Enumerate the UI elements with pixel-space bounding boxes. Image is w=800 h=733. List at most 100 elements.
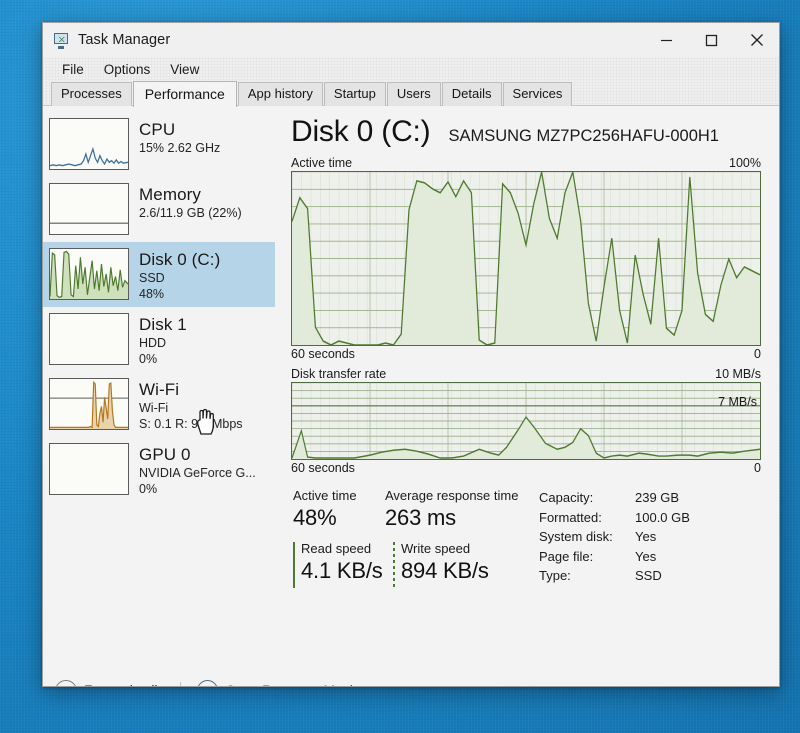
wifi-sparkline bbox=[49, 378, 129, 430]
sidebar-item-gpu-0[interactable]: GPU 0 NVIDIA GeForce G... 0% bbox=[43, 437, 275, 502]
info-value-type: SSD bbox=[635, 568, 662, 583]
resource-monitor-icon bbox=[197, 680, 219, 686]
info-label-capacity: Capacity: bbox=[539, 490, 594, 505]
sidebar-item-gpu-0-usage: 0% bbox=[139, 482, 158, 496]
maximize-button[interactable] bbox=[689, 23, 734, 57]
close-button[interactable] bbox=[734, 23, 779, 57]
active-time-x-end: 0 bbox=[754, 347, 761, 361]
stat-active-time-label: Active time bbox=[293, 488, 357, 503]
active-time-axis: 60 seconds 0 bbox=[291, 347, 761, 361]
transfer-rate-caption-label: Disk transfer rate bbox=[291, 367, 387, 381]
info-row-capacity: Capacity: 239 GB bbox=[539, 488, 761, 508]
menu-file[interactable]: File bbox=[53, 60, 93, 79]
stats-area: Active time 48% Average response time 26… bbox=[287, 487, 761, 588]
active-time-graph-block: Active time 100% 60 seconds 0 bbox=[287, 156, 761, 361]
title-bar[interactable]: Task Manager bbox=[43, 23, 779, 57]
sidebar-item-disk-1-text: Disk 1 HDD 0% bbox=[139, 313, 187, 367]
sidebar-item-memory[interactable]: Memory 2.6/11.9 GB (22%) bbox=[43, 177, 275, 242]
sidebar-item-disk-1-usage: 0% bbox=[139, 352, 158, 366]
window-controls bbox=[644, 23, 779, 57]
tab-startup[interactable]: Startup bbox=[323, 82, 386, 106]
info-row-formatted: Formatted: 100.0 GB bbox=[539, 508, 761, 528]
open-resource-monitor-link[interactable]: Open Resource Monitor bbox=[197, 680, 369, 686]
active-time-caption: Active time 100% bbox=[291, 156, 761, 170]
active-time-caption-label: Active time bbox=[291, 156, 353, 170]
disk-1-sparkline bbox=[49, 313, 129, 365]
footer-bar: Fewer details Open Resource Monitor bbox=[43, 671, 779, 686]
sidebar-item-cpu-sub: 15% 2.62 GHz bbox=[139, 141, 221, 155]
stat-active-time-value: 48% bbox=[293, 505, 337, 530]
tab-details[interactable]: Details bbox=[441, 82, 502, 106]
sidebar-item-wifi[interactable]: Wi-Fi Wi-Fi S: 0.1 R: 9.7 Mbps bbox=[43, 372, 275, 437]
transfer-rate-max-label: 10 MB/s bbox=[715, 367, 761, 381]
minimize-button[interactable] bbox=[644, 23, 689, 57]
stat-write-speed: Write speed 894 KB/s bbox=[393, 540, 489, 588]
info-value-capacity: 239 GB bbox=[635, 490, 680, 505]
page-title: Disk 0 (C:) bbox=[291, 115, 431, 148]
stats-metrics: Active time 48% Average response time 26… bbox=[293, 487, 531, 588]
info-value-page-file: Yes bbox=[635, 548, 657, 564]
stat-write-speed-label: Write speed bbox=[401, 541, 471, 556]
task-manager-window: Task Manager File Options View Processes… bbox=[42, 22, 780, 687]
info-value-system-disk: Yes bbox=[635, 529, 657, 544]
stat-read-speed: Read speed 4.1 KB/s bbox=[293, 540, 393, 588]
tab-users[interactable]: Users bbox=[386, 82, 441, 106]
transfer-rate-reference-label: 7 MB/s bbox=[718, 395, 757, 409]
info-value-formatted: 100.0 GB bbox=[635, 509, 690, 525]
sidebar-item-memory-sub: 2.6/11.9 GB (22%) bbox=[139, 206, 242, 220]
menu-options[interactable]: Options bbox=[95, 60, 160, 79]
transfer-rate-x-start: 60 seconds bbox=[291, 461, 355, 475]
sidebar-item-disk-0-text: Disk 0 (C:) SSD 48% bbox=[139, 248, 220, 302]
tab-app-history[interactable]: App history bbox=[237, 82, 323, 106]
sidebar-item-disk-0-type: SSD bbox=[139, 271, 165, 285]
sidebar-item-gpu-0-title: GPU 0 bbox=[139, 445, 191, 464]
window-title: Task Manager bbox=[78, 32, 171, 48]
menu-view[interactable]: View bbox=[161, 60, 208, 79]
sidebar-item-wifi-throughput: S: 0.1 R: 9.7 Mbps bbox=[139, 417, 243, 431]
disk-header: Disk 0 (C:) SAMSUNG MZ7PC256HAFU-000H1 bbox=[287, 114, 761, 150]
sidebar-item-disk-1[interactable]: Disk 1 HDD 0% bbox=[43, 307, 275, 372]
sidebar-item-wifi-text: Wi-Fi Wi-Fi S: 0.1 R: 9.7 Mbps bbox=[139, 378, 243, 432]
task-manager-icon bbox=[53, 32, 70, 49]
sidebar-item-cpu[interactable]: CPU 15% 2.62 GHz bbox=[43, 112, 275, 177]
sidebar-item-disk-0-usage: 48% bbox=[139, 287, 165, 301]
content-area: CPU 15% 2.62 GHz Memory 2.6/11.9 GB (22%… bbox=[43, 106, 779, 671]
stats-row-primary: Active time 48% Average response time 26… bbox=[293, 487, 531, 532]
footer-divider bbox=[180, 681, 182, 686]
sidebar-item-memory-text: Memory 2.6/11.9 GB (22%) bbox=[139, 183, 242, 221]
stats-row-speeds: Read speed 4.1 KB/s Write speed 894 KB/s bbox=[293, 540, 531, 588]
sidebar-item-disk-0-title: Disk 0 (C:) bbox=[139, 250, 221, 269]
sidebar-item-disk-1-type: HDD bbox=[139, 336, 167, 350]
tab-services[interactable]: Services bbox=[502, 82, 573, 106]
transfer-rate-axis: 60 seconds 0 bbox=[291, 461, 761, 475]
resource-sidebar: CPU 15% 2.62 GHz Memory 2.6/11.9 GB (22%… bbox=[43, 106, 275, 671]
open-resource-monitor-label: Open Resource Monitor bbox=[225, 683, 368, 686]
disk-info-list: Capacity: 239 GB Formatted: 100.0 GB Sys… bbox=[531, 487, 761, 586]
sidebar-item-memory-title: Memory bbox=[139, 185, 201, 204]
stat-avg-response-label: Average response time bbox=[385, 488, 519, 503]
info-label-page-file: Page file: bbox=[539, 548, 594, 564]
gpu-0-sparkline bbox=[49, 443, 129, 495]
tab-processes[interactable]: Processes bbox=[51, 82, 132, 106]
info-label-system-disk: System disk: bbox=[539, 529, 613, 544]
active-time-max-label: 100% bbox=[729, 156, 761, 170]
info-label-type: Type: bbox=[539, 568, 571, 583]
sidebar-item-cpu-title: CPU bbox=[139, 120, 176, 139]
performance-detail-pane: Disk 0 (C:) SAMSUNG MZ7PC256HAFU-000H1 A… bbox=[275, 106, 779, 671]
transfer-rate-x-end: 0 bbox=[754, 461, 761, 475]
info-label-formatted: Formatted: bbox=[539, 509, 602, 525]
transfer-rate-graph: 7 MB/s bbox=[291, 382, 761, 460]
stat-avg-response-value: 263 ms bbox=[385, 505, 456, 530]
active-time-graph bbox=[291, 171, 761, 346]
fewer-details-label: Fewer details bbox=[84, 683, 164, 686]
fewer-details-button[interactable]: Fewer details bbox=[55, 679, 164, 686]
sidebar-item-gpu-0-text: GPU 0 NVIDIA GeForce G... 0% bbox=[139, 443, 256, 497]
memory-sparkline bbox=[49, 183, 129, 235]
sidebar-item-wifi-type: Wi-Fi bbox=[139, 401, 169, 415]
chevron-up-icon bbox=[55, 679, 77, 686]
tab-performance[interactable]: Performance bbox=[132, 81, 237, 107]
sidebar-item-disk-0[interactable]: Disk 0 (C:) SSD 48% bbox=[43, 242, 275, 307]
stat-active-time: Active time 48% bbox=[293, 487, 385, 532]
menu-bar: File Options View bbox=[43, 57, 779, 81]
sidebar-item-gpu-0-model: NVIDIA GeForce G... bbox=[139, 466, 256, 480]
